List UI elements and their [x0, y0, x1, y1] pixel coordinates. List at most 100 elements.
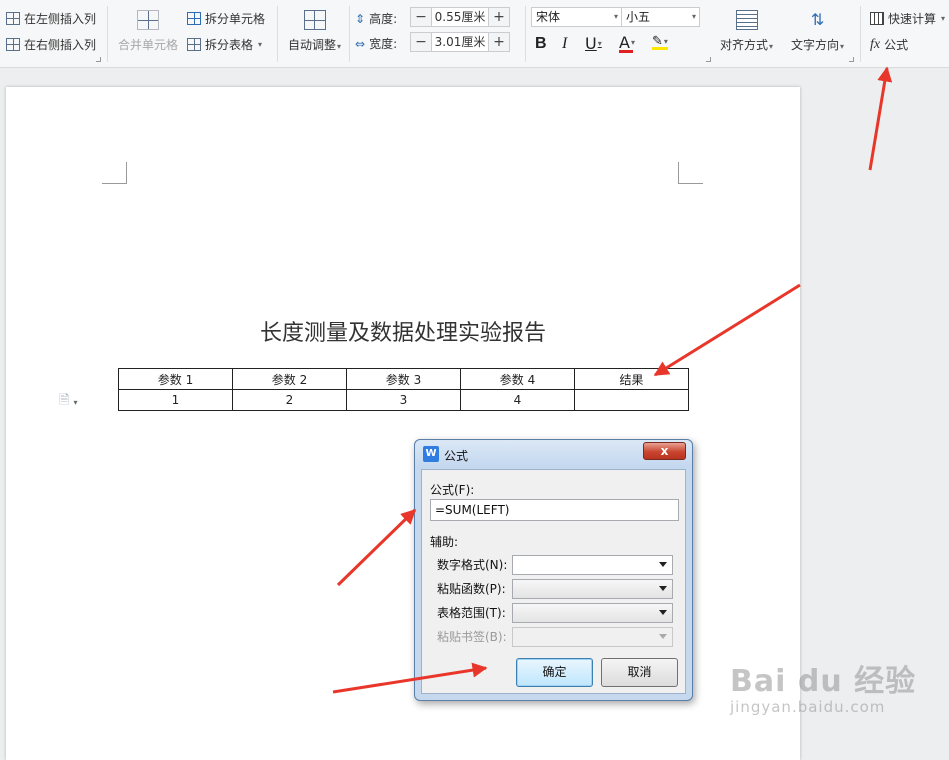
split-table-icon — [187, 38, 201, 51]
group-expand-icon[interactable] — [706, 57, 711, 62]
split-cells-button[interactable]: 拆分单元格 — [187, 10, 265, 27]
arrow-to-formula-button — [868, 66, 893, 171]
group-divider — [525, 6, 526, 62]
document-title[interactable]: 长度测量及数据处理实验报告 — [6, 315, 800, 347]
paste-function-label: 粘贴函数(P): — [437, 582, 506, 596]
auto-fit-icon — [303, 10, 326, 30]
document-icon: 🗎 — [59, 393, 70, 408]
width-label: ⇔ 宽度: — [355, 36, 398, 52]
group-divider — [277, 6, 278, 62]
quick-calc-button[interactable]: 快速计算 ▾ — [870, 10, 945, 27]
margin-corner-marker-left — [102, 162, 127, 184]
bold-button[interactable]: B — [535, 35, 547, 53]
font-color-bar — [619, 50, 633, 53]
group-divider — [349, 6, 350, 62]
insert-column-left-button[interactable]: 在左侧插入列 — [6, 10, 96, 27]
font-color-button[interactable]: A ▾ — [619, 33, 635, 53]
watermark-url: jingyan.baidu.com — [730, 698, 886, 716]
calculator-icon — [870, 12, 884, 25]
number-format-label: 数字格式(N): — [437, 558, 508, 572]
group-expand-icon[interactable] — [849, 57, 854, 62]
dropdown-arrow-icon — [659, 562, 667, 567]
font-name-select[interactable]: 宋体 ▾ — [531, 7, 622, 27]
highlight-color-bar — [652, 47, 668, 50]
font-size-select[interactable]: 小五 ▾ — [621, 7, 700, 27]
table-cell[interactable]: 结果 — [574, 368, 689, 390]
merge-cells-icon — [137, 10, 159, 30]
paste-bookmark-label: 粘贴书签(B): — [437, 630, 507, 644]
table-handle[interactable]: 🗎 ▾ — [59, 391, 77, 413]
height-input[interactable]: 0.55厘米 — [431, 8, 489, 26]
dialog-body: 公式(F): =SUM(LEFT) 辅助: 数字格式(N): 粘贴函数(P): … — [421, 469, 686, 694]
height-spinner[interactable]: − 0.55厘米 + — [410, 7, 510, 27]
dropdown-arrow-icon — [659, 586, 667, 591]
text-direction-button[interactable]: ⇅ 文字方向▾ — [791, 10, 844, 53]
wps-app-icon: W — [423, 446, 439, 462]
aux-label: 辅助: — [430, 535, 459, 549]
dialog-title-bar[interactable]: W 公式 x — [415, 440, 692, 468]
row-height-icon: ⇕ — [355, 11, 366, 26]
table-cell[interactable]: 2 — [232, 389, 347, 411]
table-range-select[interactable] — [512, 603, 673, 623]
table-cell[interactable]: 参数 4 — [460, 368, 575, 390]
insert-column-right-button[interactable]: 在右侧插入列 — [6, 36, 96, 53]
split-cells-icon — [187, 12, 201, 25]
table-cell[interactable]: 4 — [460, 389, 575, 411]
paste-function-select[interactable] — [512, 579, 673, 599]
baidu-jingyan-watermark: Bai du 经验 jingyan.baidu.com — [730, 656, 916, 716]
fx-icon: fx — [870, 36, 881, 52]
table-cell[interactable]: 参数 1 — [118, 368, 233, 390]
formula-button[interactable]: fx 公式 — [870, 36, 908, 53]
number-format-select[interactable] — [512, 555, 673, 575]
watermark-logo: Bai du 经验 — [730, 664, 917, 699]
dropdown-caret-icon: ▾ — [258, 40, 263, 49]
highlight-button[interactable]: ✎ ▾ — [652, 34, 668, 50]
dropdown-caret-icon: ▾ — [769, 42, 774, 51]
text-direction-icon: ⇅ — [810, 10, 825, 29]
table-cell[interactable]: 1 — [118, 389, 233, 411]
table-cell-result[interactable] — [574, 389, 689, 411]
column-width-icon: ⇔ — [355, 36, 366, 51]
table-header-row: 参数 1 参数 2 参数 3 参数 4 结果 — [118, 368, 689, 390]
table-cell[interactable]: 3 — [346, 389, 461, 411]
formula-input[interactable]: =SUM(LEFT) — [430, 499, 679, 521]
dropdown-caret-icon: ▾ — [630, 38, 635, 47]
cancel-button[interactable]: 取消 — [601, 658, 678, 687]
table-cell[interactable]: 参数 2 — [232, 368, 347, 390]
underline-button[interactable]: U ▾ — [585, 34, 602, 53]
ok-button[interactable]: 确定 — [516, 658, 593, 687]
height-label: ⇕ 高度: — [355, 11, 398, 27]
dialog-title: 公式 — [444, 449, 469, 463]
dropdown-caret-icon: ▾ — [663, 37, 668, 46]
dropdown-caret-icon: ▾ — [941, 14, 946, 23]
height-decrease-button[interactable]: − — [411, 8, 431, 26]
italic-button[interactable]: I — [562, 35, 567, 53]
data-table: 参数 1 参数 2 参数 3 参数 4 结果 1 2 3 4 — [118, 368, 689, 411]
table-cell[interactable]: 参数 3 — [346, 368, 461, 390]
width-input[interactable]: 3.01厘米 — [431, 33, 489, 51]
dropdown-caret-icon: ▾ — [613, 12, 618, 21]
group-divider — [107, 6, 108, 62]
merge-cells-button[interactable]: 合并单元格 — [118, 10, 178, 53]
split-table-button[interactable]: 拆分表格 ▾ — [187, 36, 262, 53]
dropdown-caret-icon: ▾ — [691, 12, 696, 21]
dropdown-arrow-icon — [659, 634, 667, 639]
close-button[interactable]: x — [643, 442, 686, 460]
width-spinner[interactable]: − 3.01厘米 + — [410, 32, 510, 52]
group-expand-icon[interactable] — [96, 57, 101, 62]
width-decrease-button[interactable]: − — [411, 33, 431, 51]
width-increase-button[interactable]: + — [489, 33, 509, 51]
formula-label: 公式(F): — [430, 483, 475, 497]
height-increase-button[interactable]: + — [489, 8, 509, 26]
dropdown-caret-icon: ▾ — [337, 42, 342, 51]
margin-corner-marker-right — [678, 162, 703, 184]
insert-column-left-icon — [6, 12, 20, 25]
ribbon-toolbar: 在左侧插入列 在右侧插入列 合并单元格 拆分单元格 拆分表格 ▾ 自动调整▾ ⇕… — [0, 0, 949, 68]
dropdown-caret-icon: ▾ — [840, 42, 845, 51]
paste-bookmark-select — [512, 627, 673, 647]
dropdown-arrow-icon — [659, 610, 667, 615]
table-range-label: 表格范围(T): — [437, 606, 506, 620]
auto-fit-button[interactable]: 自动调整▾ — [288, 10, 341, 53]
group-divider — [860, 6, 861, 62]
align-button[interactable]: 对齐方式▾ — [720, 10, 773, 53]
